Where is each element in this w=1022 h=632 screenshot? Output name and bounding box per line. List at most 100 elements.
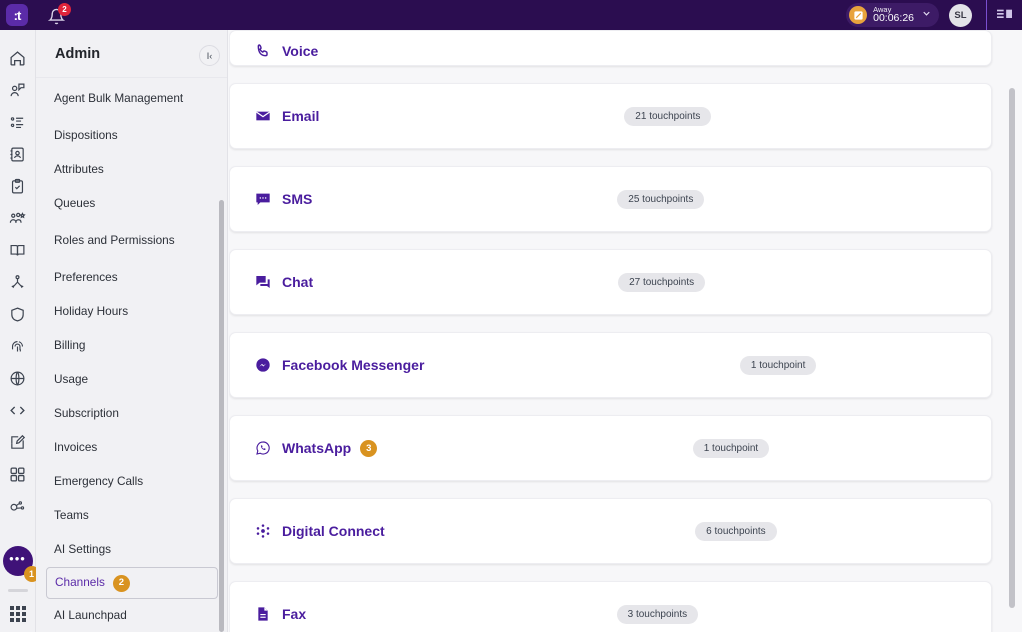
dot-grid-icon[interactable] [9, 606, 26, 622]
sidebar-item-ai-settings[interactable]: AI Settings [36, 533, 228, 567]
channel-name: Email [282, 108, 320, 124]
sidebar-item-badge: 2 [112, 574, 130, 592]
channel-name: Voice [282, 43, 319, 59]
channel-card-fax[interactable]: Fax 3 touchpoints [229, 581, 992, 632]
channel-card-voice[interactable]: Voice [229, 30, 992, 66]
agent-status-selector[interactable]: Away 00:06:26 [846, 3, 939, 27]
channels-list: Voice Email 21 touchpoints SMS 25 touchpoint… [229, 30, 1022, 632]
admin-sidebar: Admin Agent Bulk Management Dispositions A… [36, 30, 228, 632]
notification-badge: 2 [58, 3, 71, 16]
channel-card-facebook-messenger[interactable]: Facebook Messenger 1 touchpoint [229, 332, 992, 398]
sidebar-item-subscription[interactable]: Subscription [36, 397, 228, 431]
sidebar-item-agent-bulk-management[interactable]: Agent Bulk Management [36, 79, 228, 119]
sidebar-item-holiday-hours[interactable]: Holiday Hours [36, 295, 228, 329]
touchpoints-badge: 6 touchpoints [695, 521, 777, 541]
sidebar-item-label: Subscription [54, 406, 119, 421]
clipboard-check-icon[interactable] [4, 172, 32, 200]
touchpoints-badge: 1 touchpoint [739, 355, 817, 375]
channel-card-digital-connect[interactable]: Digital Connect 6 touchpoints [229, 498, 992, 564]
sidebar-item-billing[interactable]: Billing [36, 329, 228, 363]
sidebar-nav-list[interactable]: Agent Bulk Management Dispositions Attribu… [36, 79, 228, 632]
sidebar-item-label: Channels [55, 575, 105, 590]
channel-card-whatsapp[interactable]: WhatsApp 3 1 touchpoint [229, 415, 992, 481]
sidebar-item-queues[interactable]: Queues [36, 187, 228, 221]
sidebar-item-label: Dispositions [54, 128, 118, 143]
sidebar-item-emergency-calls[interactable]: Emergency Calls [36, 465, 228, 499]
sidebar-item-usage[interactable]: Usage [36, 363, 228, 397]
envelope-icon [255, 108, 273, 124]
channel-card-sms[interactable]: SMS 25 touchpoints [229, 166, 992, 232]
sidebar-item-ai-launchpad[interactable]: AI Launchpad [36, 599, 228, 632]
sidebar-item-label: Queues [54, 196, 96, 211]
sidebar-item-label: Holiday Hours [54, 304, 129, 319]
workflow-icon[interactable] [4, 268, 32, 296]
channel-badge: 3 [360, 439, 378, 457]
phone-icon [255, 43, 273, 59]
sidebar-item-label: Attributes [54, 162, 104, 177]
sidebar-item-label: Billing [54, 338, 86, 353]
task-list-icon[interactable] [4, 108, 32, 136]
panel-toggle-icon [997, 9, 1012, 18]
app-logo[interactable]: :t [6, 4, 28, 26]
status-text: Away 00:06:26 [873, 5, 914, 25]
right-panel-toggle-button[interactable] [986, 0, 1022, 30]
rail-divider [7, 589, 28, 592]
ai-nodes-icon[interactable] [4, 492, 32, 520]
sidebar-item-dispositions[interactable]: Dispositions [36, 119, 228, 153]
fax-document-icon [255, 606, 273, 622]
sidebar-item-roles-and-permissions[interactable]: Roles and Permissions [36, 221, 228, 261]
left-icon-rail: ••• 1 [0, 30, 40, 632]
channel-card-email[interactable]: Email 21 touchpoints [229, 83, 992, 149]
contacts-book-icon[interactable] [4, 140, 32, 168]
channel-name: WhatsApp [282, 440, 352, 456]
agent-chat-icon[interactable] [4, 76, 32, 104]
sidebar-collapse-button[interactable]: I‹ [199, 45, 220, 66]
main-scrollbar[interactable] [1009, 88, 1015, 608]
sidebar-item-label: Preferences [54, 270, 118, 285]
digital-connect-icon [255, 523, 273, 539]
shield-icon[interactable] [4, 300, 32, 328]
globe-icon[interactable] [4, 364, 32, 392]
sidebar-item-label: Usage [54, 372, 89, 387]
touchpoints-badge: 25 touchpoints [617, 189, 705, 209]
sidebar-item-label: Invoices [54, 440, 98, 455]
touchpoints-badge: 21 touchpoints [624, 106, 712, 126]
sidebar-item-label: Emergency Calls [54, 474, 144, 489]
sidebar-item-attributes[interactable]: Attributes [36, 153, 228, 187]
compose-icon[interactable] [4, 428, 32, 456]
touchpoints-slot: 1 touchpoint [424, 438, 770, 458]
user-avatar[interactable]: SL [949, 3, 972, 27]
notifications-button[interactable]: 2 [46, 3, 71, 26]
whatsapp-icon [255, 440, 273, 456]
sidebar-scrollbar[interactable] [219, 200, 224, 632]
sidebar-item-channels[interactable]: Channels 2 [46, 567, 218, 599]
code-icon[interactable] [4, 396, 32, 424]
knowledge-book-icon[interactable] [4, 236, 32, 264]
sidebar-item-label: Roles and Permissions [54, 233, 175, 248]
touchpoints-badge: 3 touchpoints [616, 604, 699, 624]
sms-bubble-icon [255, 191, 273, 207]
channel-name: Facebook Messenger [282, 357, 425, 373]
touchpoints-badge: 1 touchpoint [692, 438, 770, 458]
chevron-down-icon[interactable] [921, 6, 932, 24]
sidebar-item-label: Teams [54, 508, 89, 523]
sidebar-item-preferences[interactable]: Preferences [36, 261, 228, 295]
messenger-icon [255, 357, 273, 373]
touchpoints-slot: 3 touchpoints [353, 604, 699, 624]
chat-bubbles-icon [255, 274, 273, 290]
sidebar-item-label: AI Launchpad [54, 608, 127, 623]
fingerprint-icon[interactable] [4, 332, 32, 360]
touchpoints-slot: 21 touchpoints [366, 106, 712, 126]
sidebar-item-label: Agent Bulk Management [54, 91, 184, 106]
sidebar-item-teams[interactable]: Teams [36, 499, 228, 533]
touchpoints-slot: 25 touchpoints [359, 189, 705, 209]
more-options-button[interactable]: ••• 1 [2, 546, 40, 582]
sidebar-item-invoices[interactable]: Invoices [36, 431, 228, 465]
channel-card-chat[interactable]: Chat 27 touchpoints [229, 249, 992, 315]
people-group-icon[interactable] [4, 204, 32, 232]
top-bar: :t 2 Away 00:06:26 SL [0, 0, 1022, 30]
main-content: Voice Email 21 touchpoints SMS 25 touchpoint… [229, 30, 1022, 632]
home-icon[interactable] [4, 44, 32, 72]
channel-name: Chat [282, 274, 314, 290]
apps-grid-icon[interactable] [4, 460, 32, 488]
